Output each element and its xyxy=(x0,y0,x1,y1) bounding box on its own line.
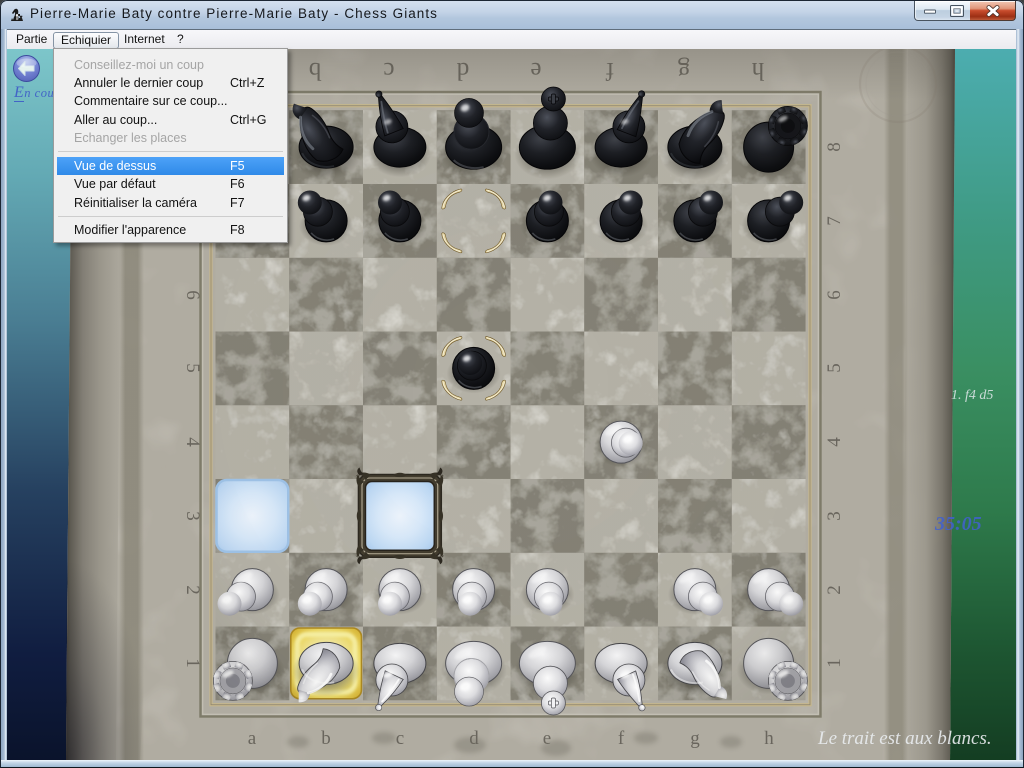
svg-text:g: g xyxy=(677,57,690,84)
svg-text:6: 6 xyxy=(182,290,203,300)
svg-text:h: h xyxy=(764,728,774,749)
svg-text:g: g xyxy=(690,728,700,749)
svg-text:f: f xyxy=(618,728,625,749)
svg-text:1. f4 d5: 1. f4 d5 xyxy=(951,388,993,403)
svg-text:6: 6 xyxy=(824,290,845,300)
svg-text:c: c xyxy=(383,57,394,84)
svg-text:1: 1 xyxy=(824,658,845,668)
svg-text:a: a xyxy=(248,728,257,749)
svg-text:2: 2 xyxy=(182,585,203,595)
svg-text:7: 7 xyxy=(824,216,845,226)
svg-text:c: c xyxy=(396,728,404,749)
svg-text:4: 4 xyxy=(824,437,845,447)
svg-text:5: 5 xyxy=(824,363,845,373)
svg-text:b: b xyxy=(309,57,322,84)
svg-text:3: 3 xyxy=(182,511,203,521)
svg-text:1: 1 xyxy=(182,658,203,668)
svg-text:2: 2 xyxy=(824,585,845,595)
svg-text:f: f xyxy=(605,57,614,84)
svg-text:3: 3 xyxy=(824,511,845,521)
svg-text:d: d xyxy=(456,57,469,84)
svg-text:8: 8 xyxy=(824,142,845,152)
svg-text:b: b xyxy=(321,728,331,749)
svg-text:Le trait est aux blancs.: Le trait est aux blancs. xyxy=(817,728,992,749)
svg-text:5: 5 xyxy=(182,363,203,373)
svg-text:4: 4 xyxy=(182,437,203,447)
svg-text:h: h xyxy=(751,57,764,84)
svg-text:35:05: 35:05 xyxy=(934,513,982,535)
svg-text:e: e xyxy=(530,57,541,84)
